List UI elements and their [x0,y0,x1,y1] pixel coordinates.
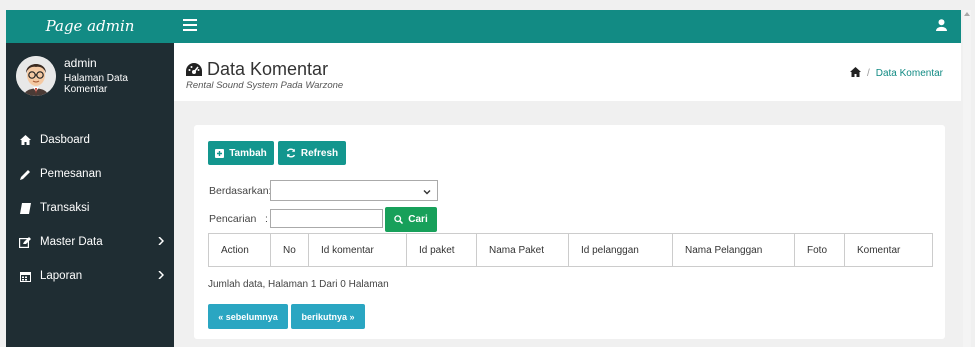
calendar-icon [18,271,32,282]
pencil-icon [18,169,32,180]
table-header-row: Action No Id komentar Id paket Nama Pake… [208,233,933,267]
search-colon: : [265,213,268,225]
page-title-text: Data Komentar [207,59,329,79]
column-header-nama-pelanggan: Nama Pelanggan [672,233,795,267]
sidebar-item-label: Master Data [40,236,103,248]
column-header-action: Action [208,233,271,267]
column-header-foto: Foto [794,233,845,267]
sidebar-item-transaksi[interactable]: Transaksi [6,191,174,225]
scrollbar[interactable] [963,10,971,347]
column-header-id-komentar: Id komentar [308,233,407,267]
sidebar-item-master-data[interactable]: Master Data [6,225,174,259]
page-title: Data Komentar [186,59,328,80]
refresh-button[interactable]: Refresh [278,141,346,165]
data-table: Action No Id komentar Id paket Nama Pake… [208,233,933,267]
sidebar-item-label: Transaksi [40,202,90,214]
search-icon [394,215,404,224]
sidebar-item-pemesanan[interactable]: Pemesanan [6,157,174,191]
data-box: Tambah Refresh Berdasarkan: Pencarian : … [194,125,945,339]
edit-icon [18,236,32,248]
user-icon[interactable] [936,19,947,34]
sidebar-menu: Dasboard Pemesanan Transaksi Master Data [6,123,174,293]
search-button-label: Cari [408,214,428,225]
plus-square-icon [215,148,225,158]
sidebar-item-label: Dasboard [40,134,90,146]
dashboard-gauge-icon [186,62,202,77]
search-button[interactable]: Cari [385,207,437,232]
page-subtitle: Rental Sound System Pada Warzone [186,80,344,91]
book-icon [18,202,32,214]
add-button[interactable]: Tambah [208,141,274,165]
home-icon[interactable] [849,67,861,80]
chevron-right-icon [158,236,165,248]
menu-toggle-icon[interactable] [183,19,197,31]
chevron-down-icon [423,185,431,199]
brand-logo[interactable]: Page admin [6,10,174,43]
content-header: Data Komentar Rental Sound System Pada W… [174,43,961,101]
column-header-no: No [270,233,309,267]
sidebar-item-laporan[interactable]: Laporan [6,259,174,293]
add-button-label: Tambah [229,147,267,159]
search-label: Pencarian [209,213,257,225]
scroll-up-icon[interactable] [964,12,970,16]
column-header-nama-paket: Nama Paket [476,233,569,267]
sidebar-item-label: Pemesanan [40,168,102,180]
search-input[interactable] [270,209,383,228]
filter-by-select[interactable] [270,180,438,201]
user-panel: admin Halaman Data Komentar [6,48,174,103]
prev-page-button[interactable]: « sebelumnya [208,304,288,329]
filter-by-label: Berdasarkan: [209,185,271,197]
column-header-id-paket: Id paket [406,233,477,267]
user-subtitle: Halaman Data Komentar [64,73,128,95]
user-name: admin [64,56,97,70]
refresh-button-label: Refresh [300,147,339,159]
next-page-button[interactable]: berikutnya » [291,304,365,329]
avatar [16,55,56,96]
breadcrumb: / Data Komentar [849,67,943,80]
refresh-icon [286,148,296,158]
chevron-right-icon [158,270,165,282]
top-navbar [174,10,961,43]
sidebar-item-dasboard[interactable]: Dasboard [6,123,174,157]
pagination-info: Jumlah data, Halaman 1 Dari 0 Halaman [208,279,389,290]
breadcrumb-current[interactable]: Data Komentar [876,68,943,79]
sidebar: Page admin admin Halaman Data Komentar D… [6,10,174,347]
column-header-id-pelanggan: Id pelanggan [568,233,673,267]
breadcrumb-separator: / [866,68,870,79]
column-header-komentar: Komentar [844,233,933,267]
user-info: admin Halaman Data Komentar [64,56,174,95]
home-icon [18,135,32,145]
sidebar-item-label: Laporan [40,270,83,282]
